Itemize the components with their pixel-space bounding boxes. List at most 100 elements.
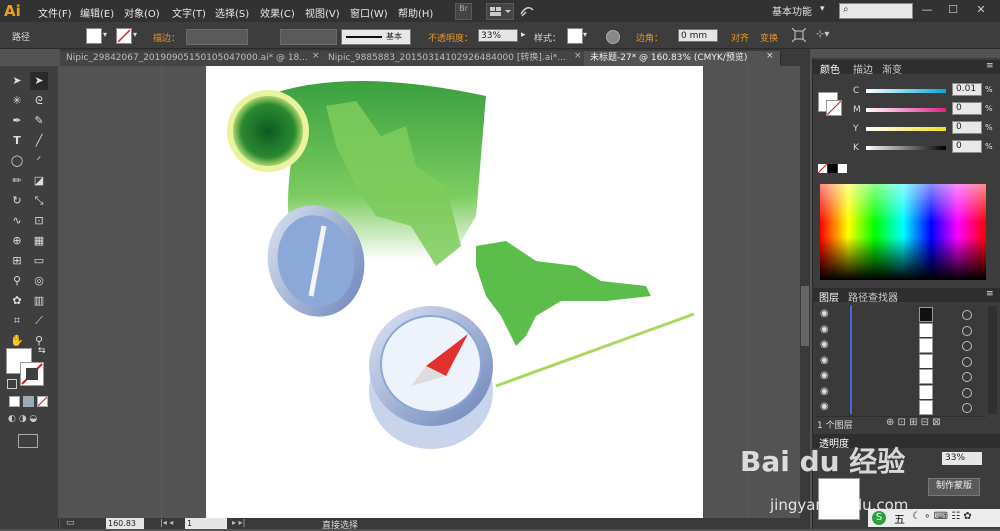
cyan-value-input[interactable]: 0.01 [952,83,982,96]
stroke-weight-field[interactable] [186,29,248,45]
visibility-eye-icon[interactable]: ◉ [820,339,832,351]
tab-document-2[interactable]: Nipic_9885883_20150314102926484000 [转换].… [322,51,591,66]
menu-help[interactable]: 帮助(H) [398,5,433,20]
target-circle-icon[interactable] [962,325,972,336]
transform-link[interactable]: 变换 [760,31,778,44]
tab-stroke[interactable]: 描边 [853,61,873,76]
status-doc-icon[interactable]: ▭ [66,518,75,528]
line-tool-icon[interactable]: ╱ [30,132,48,150]
layer-actions-icons[interactable]: ⊕ ⊡ ⊞ ⊟ ⊠ [886,417,941,428]
stroke-weight-label[interactable]: 描边： [153,31,180,44]
target-circle-icon[interactable] [962,403,972,413]
artboard-tool-icon[interactable]: ⌗ [8,312,26,330]
shape-builder-tool-icon[interactable]: ⊕ [8,232,26,250]
warp-tool-icon[interactable]: ∿ [8,212,26,230]
stroke-dropdown-icon[interactable]: ▾ [133,30,137,39]
free-transform-tool-icon[interactable]: ⊡ [30,212,48,230]
black-slider[interactable] [866,146,946,150]
fill-swatch[interactable] [86,28,102,44]
current-tool-status[interactable]: 直接选择 [322,518,358,531]
tab-document-1[interactable]: Nipic_29842067_20190905150105047000.ai* … [60,51,329,66]
make-mask-button[interactable]: 制作蒙版 [928,478,980,496]
magenta-slider[interactable] [866,108,946,112]
ime-mode[interactable]: 五 [894,511,905,527]
workspace-switcher[interactable]: 基本功能 [772,3,812,18]
align-link[interactable]: 对齐 [731,31,749,44]
visibility-eye-icon[interactable]: ◉ [820,308,832,320]
sogou-icon[interactable]: S [872,511,886,525]
arrange-documents-button[interactable] [486,3,514,20]
layers-scrollbar[interactable] [988,306,997,414]
draw-mode-icon[interactable]: ◐ ◑ ◒ [8,414,48,426]
tab-layers[interactable]: 图层 [819,289,839,304]
minimize-button[interactable]: — [918,3,936,17]
yellow-value-input[interactable]: 0 [952,121,982,134]
panel-menu-icon[interactable]: ≡ [986,61,994,71]
symbol-sprayer-tool-icon[interactable]: ✿ [8,292,26,310]
tab-color[interactable]: 颜色 [820,61,840,76]
style-dropdown-icon[interactable]: ▾ [583,30,587,39]
ellipse-tool-icon[interactable]: ◯ [8,152,26,170]
recolor-icon[interactable] [606,30,620,44]
page-number-input[interactable]: 1 [185,518,227,529]
stroke-color-box[interactable] [20,362,44,386]
scroll-thumb[interactable] [801,286,809,346]
paintbrush-tool-icon[interactable]: ᐟ [30,152,48,170]
white-swatch[interactable] [838,164,847,173]
pen-tool-icon[interactable]: ✒ [8,112,26,130]
bridge-button[interactable]: Br [455,3,472,20]
tab-close-icon[interactable]: × [574,51,582,61]
artboard[interactable] [206,66,703,520]
type-tool-icon[interactable]: T [8,132,26,150]
yellow-slider[interactable] [866,127,946,131]
eraser-tool-icon[interactable]: ◪ [30,172,48,190]
cyan-slider[interactable] [866,89,946,93]
tab-document-active[interactable]: 未标题-27* @ 160.83% (CMYK/预览) [584,51,781,66]
tab-pathfinder[interactable]: 路径查找器 [848,289,898,304]
gradient-mode-button[interactable] [23,396,34,407]
black-swatch[interactable] [828,164,837,173]
visibility-eye-icon[interactable]: ◉ [820,324,832,336]
tab-close-icon[interactable]: × [766,51,774,61]
menu-type[interactable]: 文字(T) [172,5,206,20]
magenta-value-input[interactable]: 0 [952,102,982,115]
none-mode-button[interactable] [37,396,48,407]
corner-label[interactable]: 边角： [636,31,663,44]
black-value-input[interactable]: 0 [952,140,982,153]
perspective-grid-tool-icon[interactable]: ▦ [30,232,48,250]
isolate-icon[interactable] [791,27,807,43]
rotate-tool-icon[interactable]: ↻ [8,192,26,210]
tab-close-icon[interactable]: × [312,51,320,61]
swap-fill-stroke-icon[interactable]: ⇆ [38,346,46,356]
graphic-style-swatch[interactable] [567,28,583,44]
mesh-tool-icon[interactable]: ⊞ [8,252,26,270]
target-circle-icon[interactable] [962,372,972,382]
workspace-dropdown-icon[interactable]: ▾ [820,4,825,14]
ime-tools-icons[interactable]: ☾ ∘ ⌨ ☷ ✿ [912,511,972,522]
gradient-tool-icon[interactable]: ▭ [30,252,48,270]
slice-tool-icon[interactable]: ⟋ [30,312,48,330]
maximize-button[interactable]: ☐ [944,3,962,17]
fill-dropdown-icon[interactable]: ▾ [103,30,107,39]
target-circle-icon[interactable] [962,310,972,320]
pencil-tool-icon[interactable]: ✏ [8,172,26,190]
default-colors-icon[interactable] [7,379,17,389]
visibility-eye-icon[interactable]: ◉ [820,386,832,398]
color-mode-button[interactable] [9,396,20,407]
target-circle-icon[interactable] [962,341,972,351]
eyedropper-tool-icon[interactable]: ⚲ [8,272,26,290]
color-panel-stroke-box[interactable] [826,100,842,116]
tab-gradient[interactable]: 渐变 [882,61,902,76]
visibility-eye-icon[interactable]: ◉ [820,370,832,382]
none-swatch[interactable] [817,163,828,174]
first-page-icon[interactable]: |◂ ◂ [160,518,173,527]
opacity-input[interactable]: 33% [478,29,518,42]
blend-tool-icon[interactable]: ◎ [30,272,48,290]
panel-menu-icon[interactable]: ⊹▾ [816,29,838,42]
scale-tool-icon[interactable]: ⤡ [30,192,48,210]
lasso-tool-icon[interactable]: ᘓ [30,92,48,110]
menu-file[interactable]: 文件(F) [38,5,72,20]
zoom-level-input[interactable]: 160.83 [106,518,144,529]
menu-view[interactable]: 视图(V) [305,5,340,20]
magic-wand-tool-icon[interactable]: ✳ [8,92,26,110]
